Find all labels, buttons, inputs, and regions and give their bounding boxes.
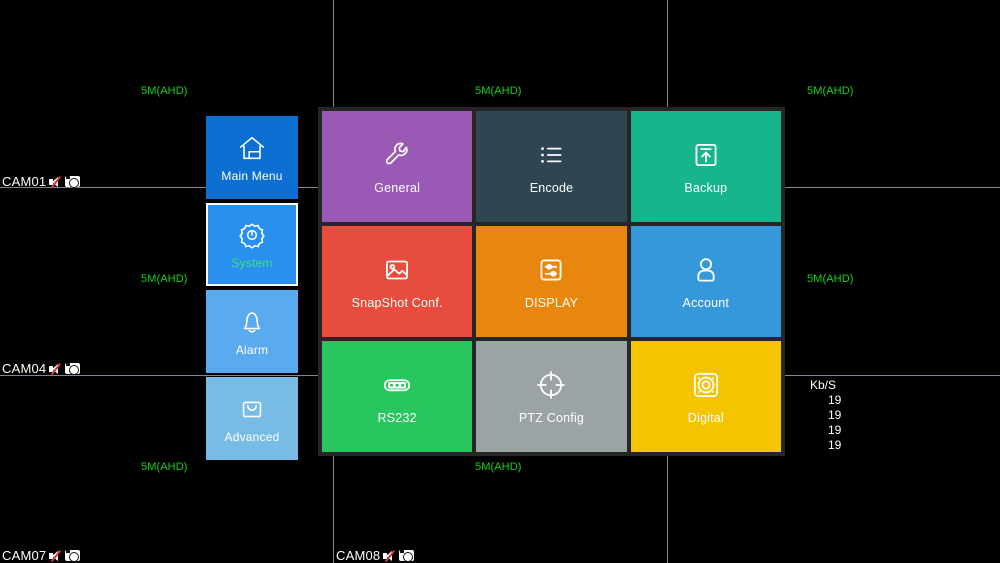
tile-display[interactable]: DISPLAY bbox=[476, 226, 627, 337]
tile-label: SnapShot Conf. bbox=[351, 296, 443, 310]
lens-icon bbox=[689, 368, 723, 402]
resolution-label: 5M(AHD) bbox=[807, 273, 854, 285]
bitrate-panel: Kb/S 19 19 19 19 bbox=[806, 378, 841, 453]
tile-rs232[interactable]: RS232 bbox=[322, 341, 473, 452]
bitrate-title: Kb/S bbox=[810, 378, 837, 392]
camera-icon bbox=[399, 550, 415, 562]
sidebar-item-advanced[interactable]: Advanced bbox=[206, 377, 298, 460]
tile-label: Digital bbox=[687, 411, 724, 425]
camera-name: CAM07 bbox=[2, 548, 47, 563]
speaker-muted-icon bbox=[383, 549, 396, 562]
sidebar-item-alarm[interactable]: Alarm bbox=[206, 290, 298, 373]
sidebar-item-system[interactable]: System bbox=[206, 203, 298, 286]
sidebar-item-label: System bbox=[231, 255, 273, 270]
tile-label: Backup bbox=[684, 181, 728, 195]
tile-label: General bbox=[374, 181, 421, 195]
home-icon bbox=[237, 133, 267, 163]
resolution-label: 5M(AHD) bbox=[475, 85, 522, 97]
camera-icon bbox=[65, 550, 81, 562]
bell-icon bbox=[237, 307, 267, 337]
camera-name: CAM01 bbox=[2, 174, 47, 189]
bitrate-value: 19 bbox=[828, 423, 842, 437]
speaker-muted-icon bbox=[49, 549, 62, 562]
tile-account[interactable]: Account bbox=[630, 226, 781, 337]
speaker-muted-icon bbox=[49, 362, 62, 375]
resolution-label: 5M(AHD) bbox=[807, 85, 854, 97]
sidebar-item-label: Alarm bbox=[235, 342, 269, 357]
camera-channel-label: CAM04 bbox=[2, 361, 81, 376]
main-menu-sidebar: Main Menu System Alarm Advanced bbox=[206, 116, 298, 460]
user-icon bbox=[689, 253, 723, 287]
sidebar-item-label: Main Menu bbox=[221, 168, 283, 183]
bitrate-value: 19 bbox=[828, 408, 842, 422]
resolution-label: 5M(AHD) bbox=[141, 273, 188, 285]
bitrate-value: 19 bbox=[828, 393, 842, 407]
serial-icon bbox=[380, 368, 414, 402]
resolution-label: 5M(AHD) bbox=[141, 461, 188, 473]
resolution-label: 5M(AHD) bbox=[141, 85, 188, 97]
camera-channel-label: CAM07 bbox=[2, 548, 81, 563]
tile-label: Account bbox=[682, 296, 730, 310]
tile-snapshot-conf[interactable]: SnapShot Conf. bbox=[322, 226, 473, 337]
sidebar-item-label: Advanced bbox=[224, 429, 280, 444]
camera-channel-label: CAM08 bbox=[336, 548, 415, 563]
tile-label: PTZ Config bbox=[518, 411, 585, 425]
list-icon bbox=[534, 138, 568, 172]
wrench-icon bbox=[380, 138, 414, 172]
tile-ptz-config[interactable]: PTZ Config bbox=[476, 341, 627, 452]
tile-label: RS232 bbox=[377, 411, 417, 425]
gear-icon bbox=[237, 220, 267, 250]
tile-general[interactable]: General bbox=[322, 111, 473, 222]
tile-encode[interactable]: Encode bbox=[476, 111, 627, 222]
camera-name: CAM04 bbox=[2, 361, 47, 376]
camera-icon bbox=[65, 176, 81, 188]
tile-backup[interactable]: Backup bbox=[630, 111, 781, 222]
speaker-muted-icon bbox=[49, 175, 62, 188]
tile-digital[interactable]: Digital bbox=[630, 341, 781, 452]
upload-icon bbox=[689, 138, 723, 172]
tile-label: DISPLAY bbox=[524, 296, 579, 310]
bitrate-value: 19 bbox=[828, 438, 842, 452]
resolution-label: 5M(AHD) bbox=[475, 461, 522, 473]
toolbox-icon bbox=[237, 394, 267, 424]
tile-label: Encode bbox=[529, 181, 574, 195]
image-icon bbox=[380, 253, 414, 287]
camera-name: CAM08 bbox=[336, 548, 381, 563]
camera-icon bbox=[65, 363, 81, 375]
crosshair-icon bbox=[534, 368, 568, 402]
system-tile-grid: General Encode Backup SnapShot Conf. DISPLAY… bbox=[318, 107, 785, 456]
sidebar-item-main-menu[interactable]: Main Menu bbox=[206, 116, 298, 199]
sliders-icon bbox=[534, 253, 568, 287]
camera-channel-label: CAM01 bbox=[2, 174, 81, 189]
